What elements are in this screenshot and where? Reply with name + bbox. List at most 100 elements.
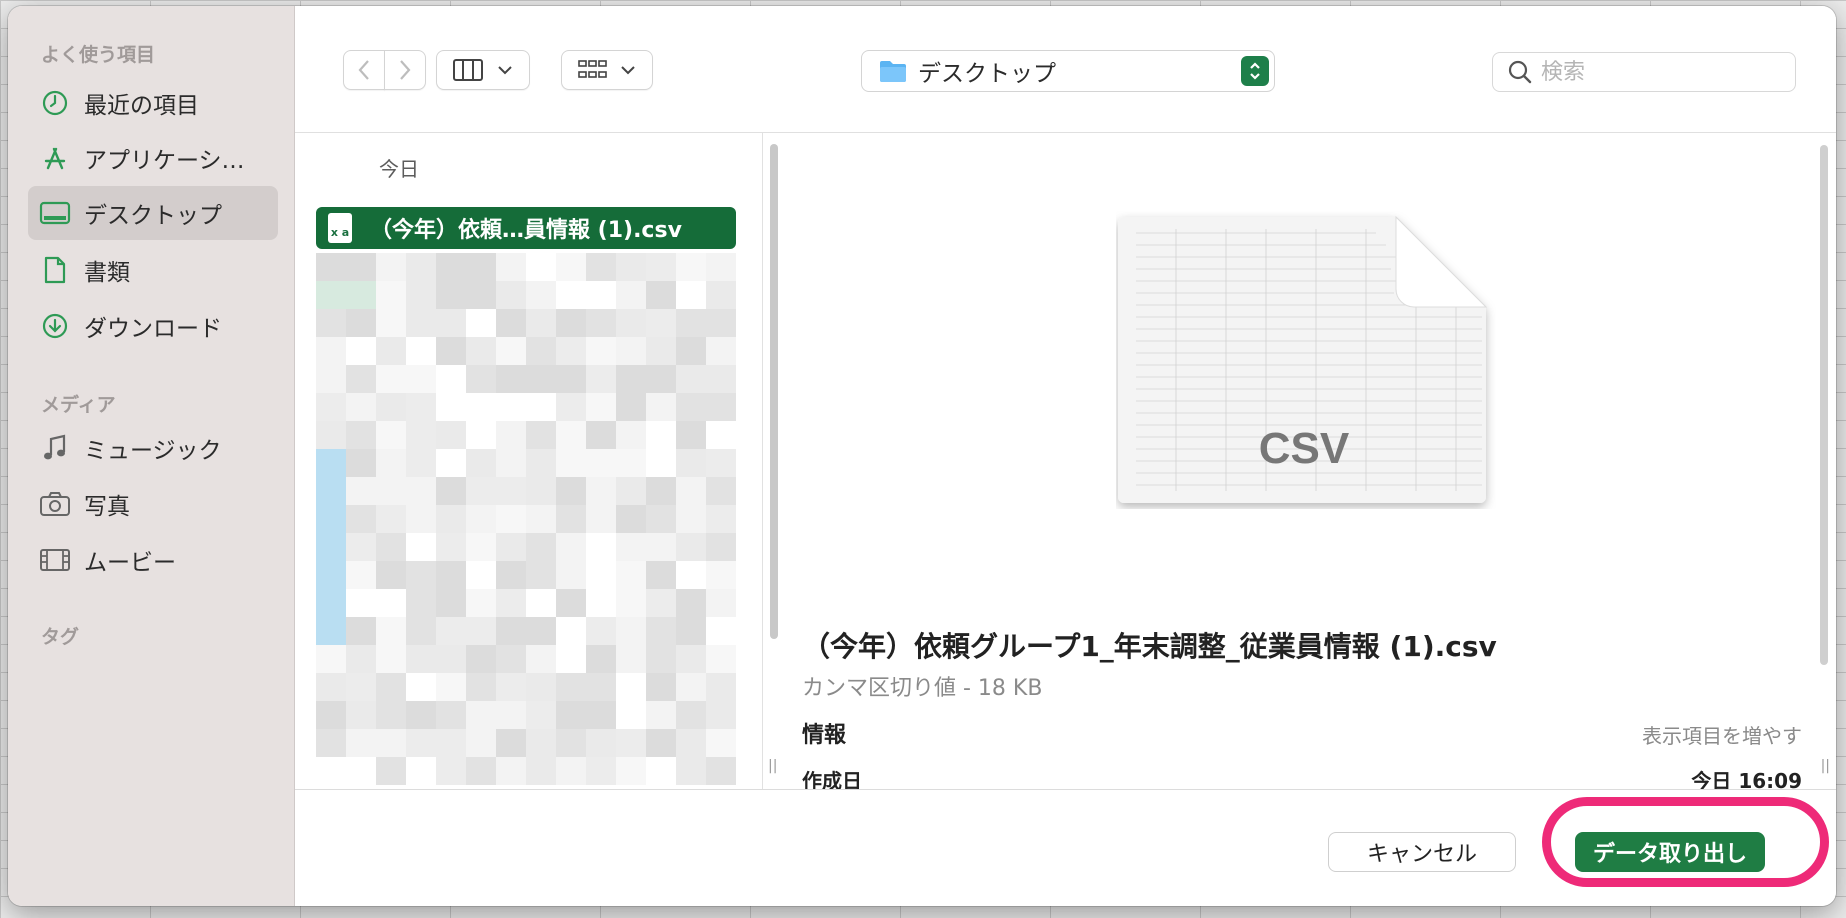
blurred-cell [406, 757, 436, 785]
blurred-cell [676, 477, 706, 505]
blurred-cell [676, 533, 706, 561]
blurred-cell [616, 281, 646, 309]
blurred-cell [436, 309, 466, 337]
blurred-cell [676, 309, 706, 337]
view-mode-button[interactable] [436, 50, 530, 90]
search-input[interactable] [1539, 58, 1783, 86]
blurred-cell [646, 505, 676, 533]
blurred-cell [616, 533, 646, 561]
preview-scrollbar[interactable] [1820, 145, 1828, 665]
blurred-cell [646, 701, 676, 729]
blurred-cell [406, 253, 436, 281]
blurred-cell [616, 365, 646, 393]
sidebar-item-movies[interactable]: ムービー [28, 533, 278, 587]
grid-group-icon [578, 60, 607, 78]
sidebar-item-recents[interactable]: 最近の項目 [28, 76, 278, 130]
forward-button[interactable] [384, 50, 426, 90]
blurred-cell [436, 617, 466, 645]
sidebar-item-desktop[interactable]: デスクトップ [28, 186, 278, 240]
blurred-cell [466, 701, 496, 729]
blurred-cell [316, 673, 346, 701]
sidebar-item-label: ダウンロード [84, 316, 222, 342]
extract-data-button[interactable]: データ取り出し [1575, 832, 1765, 872]
blurred-cell [376, 589, 406, 617]
location-popup[interactable]: デスクトップ [861, 50, 1275, 92]
show-more-link[interactable]: 表示項目を増やす [1642, 720, 1802, 749]
blurred-cell [466, 421, 496, 449]
blurred-cell [346, 449, 376, 477]
blurred-cell [496, 701, 526, 729]
blurred-cell [346, 365, 376, 393]
blurred-cell [466, 393, 496, 421]
back-button[interactable] [343, 50, 385, 90]
blurred-cell [316, 309, 346, 337]
location-label: デスクトップ [918, 61, 1056, 87]
blurred-cell [436, 589, 466, 617]
blurred-cell [346, 757, 376, 785]
tags-section-title: タグ [41, 626, 80, 648]
blurred-cell [406, 701, 436, 729]
blurred-cell [436, 253, 466, 281]
blurred-cell [616, 309, 646, 337]
camera-icon [38, 487, 72, 521]
sidebar-item-photos[interactable]: 写真 [28, 477, 278, 531]
blurred-cell [436, 505, 466, 533]
blurred-cell [556, 309, 586, 337]
blurred-cell [466, 281, 496, 309]
blurred-cell [376, 393, 406, 421]
blurred-cell [316, 477, 346, 505]
blurred-cell [706, 589, 736, 617]
blurred-cell [496, 729, 526, 757]
preview-resize-handle[interactable]: || [1821, 758, 1830, 774]
file-column: 今日 x a （今年）依頼…員情報 (1).csv [295, 133, 763, 789]
blurred-cell [376, 505, 406, 533]
cancel-button[interactable]: キャンセル [1328, 832, 1516, 872]
blurred-cell [646, 421, 676, 449]
blurred-cell [316, 393, 346, 421]
blurred-cell [646, 281, 676, 309]
blurred-cell [556, 617, 586, 645]
blurred-cell [496, 561, 526, 589]
blurred-cell [466, 477, 496, 505]
applications-icon [38, 141, 72, 175]
column-scrollbar[interactable] [770, 144, 778, 639]
blurred-cell [526, 421, 556, 449]
blurred-cell [526, 701, 556, 729]
blurred-cell [436, 393, 466, 421]
selected-file-row[interactable]: x a （今年）依頼…員情報 (1).csv [316, 207, 736, 249]
blurred-cell [376, 645, 406, 673]
blurred-cell [586, 281, 616, 309]
sidebar-item-music[interactable]: ミュージック [28, 421, 278, 475]
blurred-cell [376, 757, 406, 785]
column-resize-handle[interactable]: || [768, 758, 777, 774]
blurred-cell [346, 309, 376, 337]
blurred-cell [706, 505, 736, 533]
blurred-cell [556, 505, 586, 533]
blurred-cell [646, 757, 676, 785]
sidebar-item-downloads[interactable]: ダウンロード [28, 299, 278, 353]
group-mode-button[interactable] [561, 50, 653, 90]
blurred-cell [586, 729, 616, 757]
blurred-cell [496, 309, 526, 337]
excel-file-icon: x a [328, 213, 352, 243]
search-field[interactable] [1492, 52, 1796, 92]
blurred-cell [466, 253, 496, 281]
blurred-cell [316, 449, 346, 477]
blurred-cell [676, 617, 706, 645]
blurred-cell [346, 337, 376, 365]
blurred-cell [376, 253, 406, 281]
sidebar-item-applications[interactable]: アプリケーシ… [28, 131, 278, 185]
blurred-cell [376, 673, 406, 701]
blurred-cell [646, 561, 676, 589]
blurred-cell [466, 589, 496, 617]
blurred-cell [466, 757, 496, 785]
blurred-cell [526, 533, 556, 561]
sidebar-item-label: ミュージック [84, 438, 222, 464]
blurred-cell [676, 701, 706, 729]
blurred-cell [346, 253, 376, 281]
blurred-cell [376, 561, 406, 589]
sidebar-item-documents[interactable]: 書類 [28, 243, 278, 297]
blurred-cell [676, 673, 706, 701]
blurred-cell [676, 729, 706, 757]
blurred-cell [586, 589, 616, 617]
